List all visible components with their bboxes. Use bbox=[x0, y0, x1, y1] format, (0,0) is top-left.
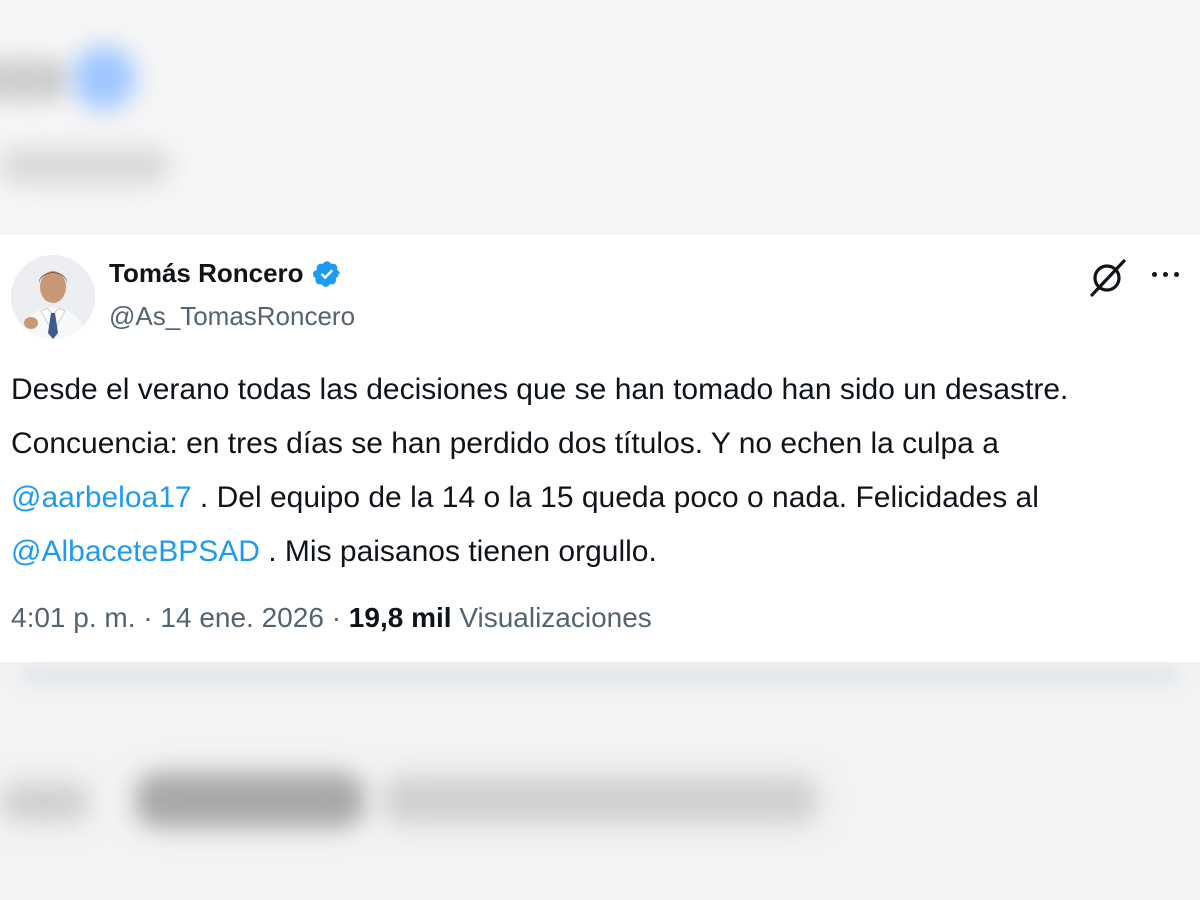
tweet-text-part: Desde el verano todas las decisiones que… bbox=[11, 373, 1069, 460]
grok-icon[interactable] bbox=[1086, 257, 1130, 297]
meta-separator: · bbox=[331, 602, 342, 633]
tweet-date[interactable]: 14 ene. 2026 bbox=[160, 602, 324, 633]
author-name-row[interactable]: Tomás Roncero bbox=[109, 258, 342, 289]
views-count: 19,8 mil bbox=[348, 602, 452, 633]
blurred-shape bbox=[135, 772, 365, 828]
verified-badge-icon bbox=[312, 260, 340, 287]
author-name[interactable]: Tomás Roncero bbox=[109, 258, 304, 289]
avatar-image bbox=[11, 255, 95, 339]
blurred-shape bbox=[0, 148, 170, 184]
tweet-text-part: . Del equipo de la 14 o la 15 queda poco… bbox=[191, 481, 1039, 514]
blurred-header-area bbox=[0, 0, 1200, 235]
more-options-icon[interactable] bbox=[1146, 263, 1184, 285]
blurred-shape bbox=[0, 58, 70, 102]
tweet-card: Tomás Roncero @As_TomasRoncero Desde el … bbox=[0, 235, 1200, 662]
tweet-meta: 4:01 p. m. · 14 ene. 2026 · 19,8 mil Vis… bbox=[11, 602, 652, 634]
avatar[interactable] bbox=[11, 255, 95, 339]
tweet-text-part: . Mis paisanos tienen orgullo. bbox=[259, 535, 657, 568]
tweet-text: Desde el verano todas las decisiones que… bbox=[11, 363, 1181, 579]
blurred-shape bbox=[72, 46, 136, 110]
blurred-shape bbox=[20, 668, 1180, 682]
tweet-time[interactable]: 4:01 p. m. bbox=[11, 602, 136, 633]
views-label: Visualizaciones bbox=[459, 602, 652, 633]
blurred-shape bbox=[380, 776, 820, 824]
mention-link[interactable]: @AlbaceteBPSAD bbox=[11, 535, 260, 568]
blurred-shape bbox=[0, 782, 90, 822]
blurred-footer-area bbox=[0, 662, 1200, 900]
meta-separator: · bbox=[143, 602, 153, 633]
mention-link[interactable]: @aarbeloa17 bbox=[11, 481, 192, 514]
author-handle[interactable]: @As_TomasRoncero bbox=[109, 301, 355, 332]
